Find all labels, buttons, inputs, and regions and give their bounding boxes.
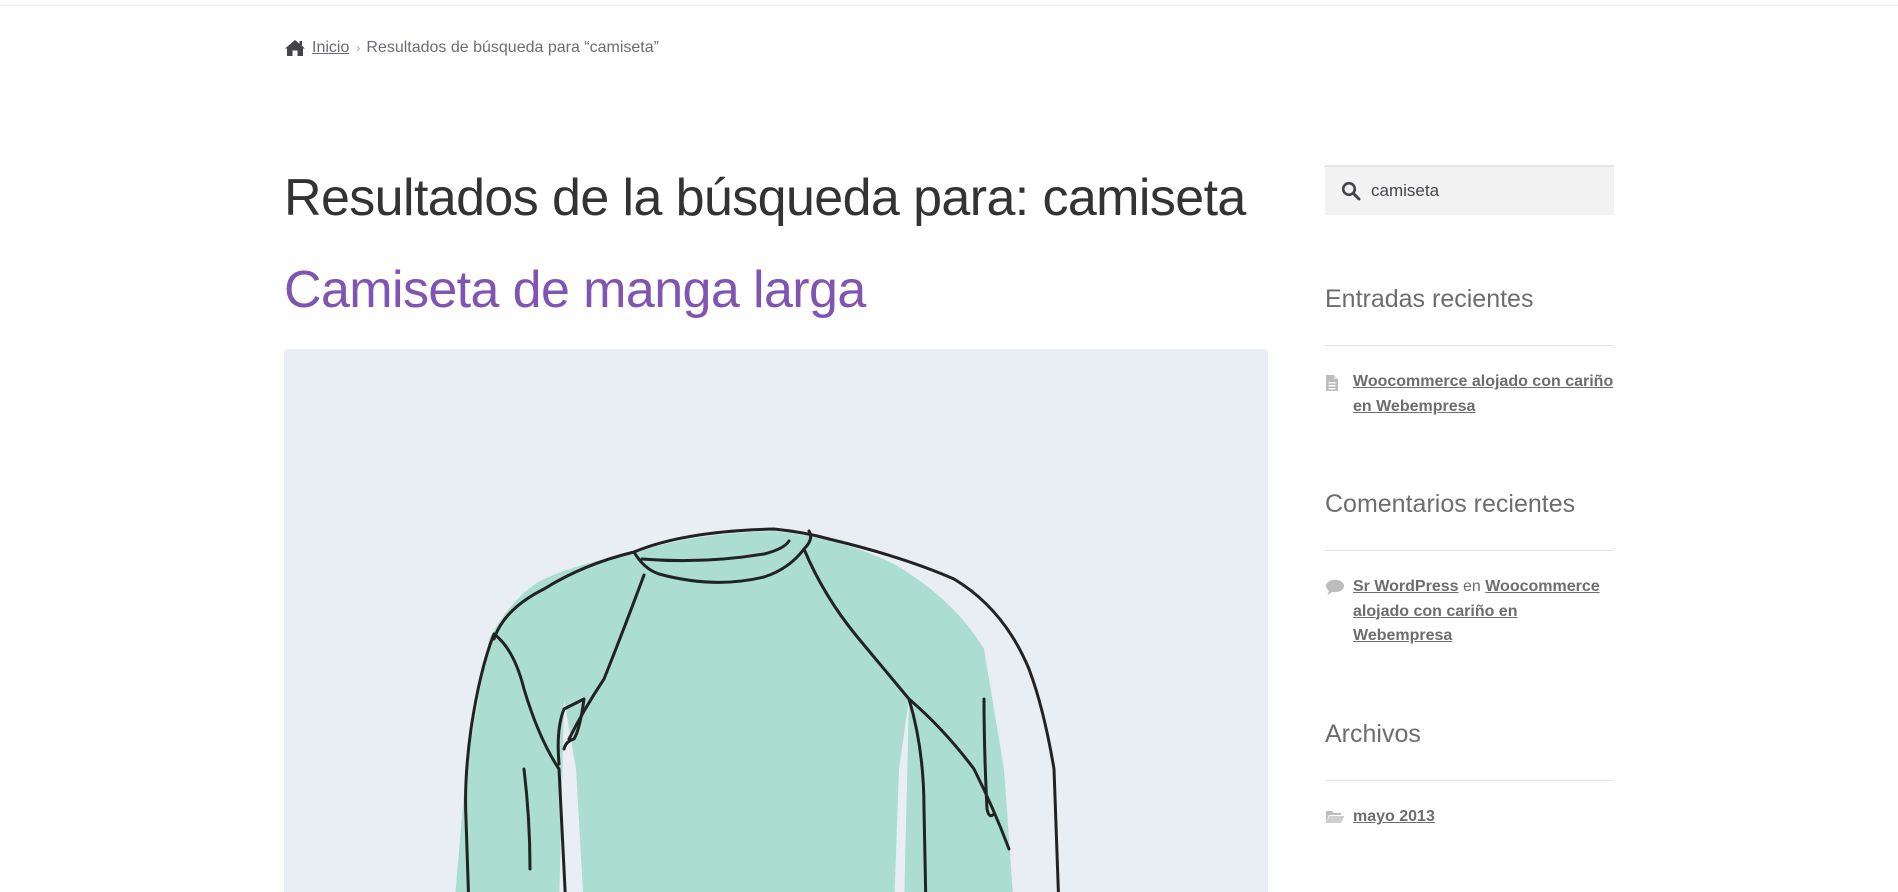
breadcrumb: Inicio › Resultados de búsqueda para “ca… — [284, 36, 659, 60]
recent-post-item: Woocommerce alojado con cariño en Webemp… — [1325, 370, 1614, 419]
archive-item: mayo 2013 — [1325, 805, 1614, 830]
recent-comments-title: Comentarios recientes — [1325, 490, 1576, 518]
breadcrumb-home-link[interactable]: Inicio — [312, 39, 349, 57]
recent-posts-divider — [1325, 345, 1614, 346]
breadcrumb-separator-icon: › — [356, 41, 361, 55]
result-product-image[interactable] — [284, 349, 1268, 892]
recent-posts-title: Entradas recientes — [1325, 285, 1534, 313]
recent-post-link[interactable]: Woocommerce alojado con cariño en Webemp… — [1353, 370, 1614, 419]
archive-link[interactable]: mayo 2013 — [1353, 805, 1435, 830]
home-icon — [284, 38, 306, 58]
header-divider — [0, 5, 1898, 6]
archives-title: Archivos — [1325, 720, 1421, 748]
search-input[interactable] — [1371, 181, 1601, 201]
breadcrumb-current: Resultados de búsqueda para “camiseta” — [366, 39, 659, 56]
sidebar-search[interactable] — [1325, 165, 1614, 215]
comment-author-link[interactable]: Sr WordPress — [1353, 578, 1459, 595]
document-icon — [1325, 370, 1353, 392]
comment-icon — [1325, 575, 1353, 597]
long-sleeve-shirt-illustration — [455, 527, 1060, 892]
comment-connector: en — [1462, 578, 1481, 595]
recent-comments-divider — [1325, 550, 1614, 551]
result-title-link[interactable]: Camiseta de manga larga — [284, 260, 866, 320]
search-icon — [1341, 181, 1361, 201]
recent-comment-item: Sr WordPress en Woocommerce alojado con … — [1325, 575, 1614, 649]
archives-divider — [1325, 780, 1614, 781]
folder-icon — [1325, 805, 1353, 825]
page-title: Resultados de la búsqueda para: camiseta — [284, 169, 1246, 227]
